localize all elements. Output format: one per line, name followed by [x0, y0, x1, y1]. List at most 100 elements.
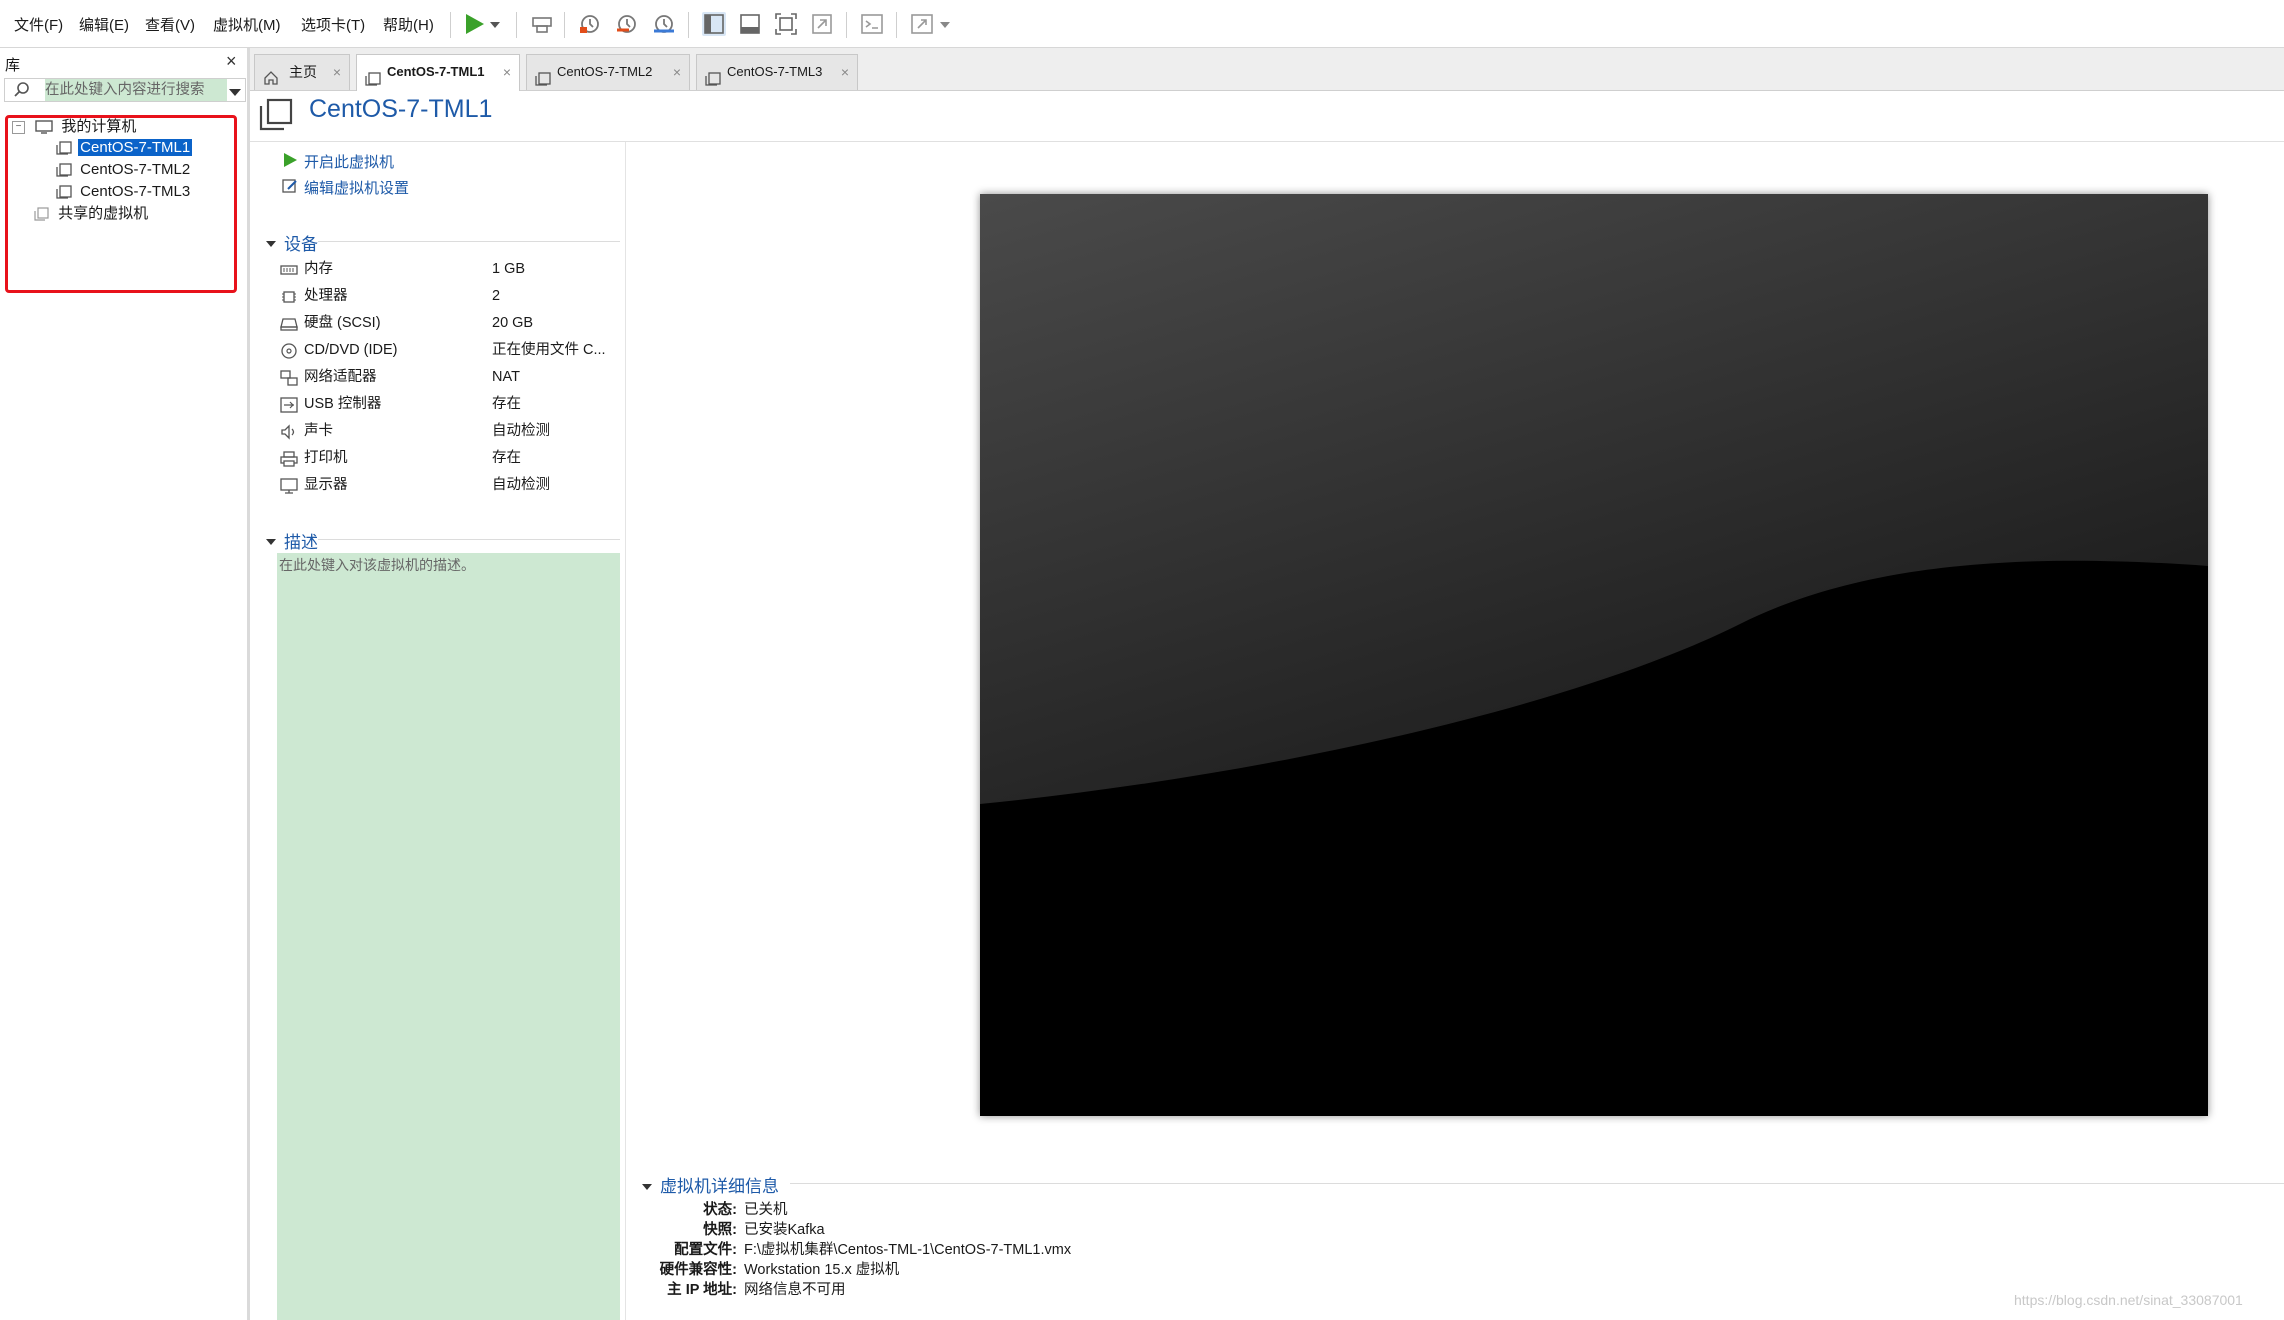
- menu-edit[interactable]: 编辑(E): [79, 14, 129, 35]
- description-placeholder: 在此处键入对该虚拟机的描述。: [279, 557, 475, 573]
- thumbnail-bar-icon[interactable]: [738, 12, 762, 36]
- device-name: 打印机: [304, 450, 348, 466]
- vm-icon: [365, 65, 381, 86]
- detail-label-status: 状态:: [703, 1202, 737, 1218]
- library-panel: 库 × 在此处键入内容进行搜索 − 我的计算机 CentOS-7-TML1 Ce…: [0, 48, 250, 1320]
- device-row-display[interactable]: 显示器 自动检测: [280, 472, 620, 498]
- device-value: 自动检测: [492, 423, 550, 439]
- library-title: 库: [5, 57, 21, 74]
- show-library-icon[interactable]: [702, 12, 726, 36]
- tree-vm-1[interactable]: CentOS-7-TML1: [56, 138, 193, 158]
- memory-icon: [280, 261, 298, 277]
- snapshot-manager-icon[interactable]: [652, 12, 676, 36]
- vm-icon: [535, 65, 551, 86]
- tab-centos-7-tml1[interactable]: CentOS-7-TML1 ×: [356, 54, 520, 91]
- device-name: USB 控制器: [304, 396, 382, 412]
- computer-icon: [35, 120, 53, 134]
- tab-label: CentOS-7-TML1: [387, 64, 485, 79]
- shared-vm-icon: [34, 207, 50, 221]
- send-ctrl-alt-del-icon[interactable]: [530, 12, 554, 36]
- menu-help[interactable]: 帮助(H): [383, 14, 434, 35]
- device-row-harddisk[interactable]: 硬盘 (SCSI) 20 GB: [280, 310, 620, 336]
- tab-centos-7-tml3[interactable]: CentOS-7-TML3 ×: [696, 54, 858, 90]
- detail-value-hw-compat: Workstation 15.x 虚拟机: [744, 1262, 900, 1278]
- detail-value-status: 已关机: [744, 1202, 788, 1218]
- power-dropdown-icon[interactable]: [488, 12, 502, 36]
- tab-home-label: 主页: [289, 64, 317, 80]
- tab-close-icon[interactable]: ×: [841, 55, 849, 89]
- harddisk-icon: [280, 315, 298, 331]
- device-value: 正在使用文件 C...: [492, 342, 606, 358]
- description-textarea[interactable]: 在此处键入对该虚拟机的描述。: [277, 553, 620, 1320]
- revert-snapshot-icon[interactable]: [615, 12, 639, 36]
- tab-centos-7-tml2[interactable]: CentOS-7-TML2 ×: [526, 54, 690, 90]
- full-screen-icon[interactable]: [774, 12, 798, 36]
- edit-vm-settings-link[interactable]: 编辑虚拟机设置: [304, 177, 409, 198]
- details-section-title: 虚拟机详细信息: [660, 1177, 779, 1196]
- snapshot-icon[interactable]: [578, 12, 602, 36]
- stretch-view-icon[interactable]: [910, 12, 934, 36]
- play-icon[interactable]: [282, 152, 298, 168]
- tab-close-icon[interactable]: ×: [333, 55, 341, 89]
- tree-vm-2[interactable]: CentOS-7-TML2: [56, 160, 190, 180]
- tree-shared-vms[interactable]: 共享的虚拟机: [34, 204, 148, 224]
- library-close-icon[interactable]: ×: [226, 51, 237, 72]
- device-row-memory[interactable]: 内存 1 GB: [280, 256, 620, 282]
- edit-settings-icon[interactable]: [282, 178, 298, 194]
- device-row-cpu[interactable]: 处理器 2: [280, 283, 620, 309]
- menu-vm[interactable]: 虚拟机(M): [213, 14, 281, 35]
- vm-icon: [705, 65, 721, 86]
- display-icon: [280, 477, 298, 494]
- power-on-vm-link[interactable]: 开启此虚拟机: [304, 151, 394, 172]
- device-row-printer[interactable]: 打印机 存在: [280, 445, 620, 471]
- device-value: 存在: [492, 450, 521, 466]
- detail-label-snapshot: 快照:: [703, 1222, 737, 1238]
- stretch-dropdown-icon[interactable]: [938, 12, 952, 36]
- device-value: 存在: [492, 396, 521, 412]
- device-row-usb[interactable]: USB 控制器 存在: [280, 391, 620, 417]
- collapse-description-icon[interactable]: [265, 534, 277, 545]
- device-row-sound[interactable]: 声卡 自动检测: [280, 418, 620, 444]
- tree-label-vm-1-selected: CentOS-7-TML1: [78, 139, 193, 156]
- device-value: 20 GB: [492, 315, 534, 331]
- sound-icon: [280, 423, 298, 440]
- collapse-toggle-icon[interactable]: −: [12, 120, 25, 134]
- detail-label-config-file: 配置文件:: [674, 1242, 737, 1258]
- device-name: 处理器: [304, 288, 348, 304]
- device-row-cdrom[interactable]: CD/DVD (IDE) 正在使用文件 C...: [280, 337, 620, 363]
- tab-label: CentOS-7-TML3: [727, 64, 823, 79]
- menu-view[interactable]: 查看(V): [145, 14, 195, 35]
- power-on-icon[interactable]: [462, 12, 486, 36]
- detail-label-hw-compat: 硬件兼容性:: [659, 1262, 737, 1278]
- collapse-details-icon[interactable]: [641, 1179, 653, 1190]
- vm-icon: [56, 163, 72, 177]
- details-divider: [790, 1183, 2284, 1184]
- search-dropdown-icon[interactable]: [229, 85, 241, 96]
- tab-close-icon[interactable]: ×: [673, 55, 681, 89]
- tree-label-shared: 共享的虚拟机: [58, 205, 149, 222]
- tree-vm-3[interactable]: CentOS-7-TML3: [56, 182, 190, 202]
- detail-value-config-file: F:\虚拟机集群\Centos-TML-1\CentOS-7-TML1.vmx: [744, 1242, 1072, 1258]
- watermark: https://blog.csdn.net/sinat_33087001: [2014, 1292, 2243, 1308]
- vm-title: CentOS-7-TML1: [309, 95, 493, 123]
- device-row-network[interactable]: 网络适配器 NAT: [280, 364, 620, 390]
- unity-icon[interactable]: [810, 12, 834, 36]
- tree-my-computer[interactable]: − 我的计算机: [12, 117, 136, 137]
- collapse-devices-icon[interactable]: [265, 236, 277, 247]
- tab-home[interactable]: 主页 ×: [254, 54, 350, 90]
- library-search[interactable]: 在此处键入内容进行搜索: [4, 78, 246, 102]
- network-icon: [280, 369, 298, 386]
- tab-close-icon[interactable]: ×: [503, 55, 511, 89]
- pane-divider: [625, 142, 626, 1320]
- device-value: NAT: [492, 369, 520, 385]
- search-input[interactable]: 在此处键入内容进行搜索: [45, 79, 227, 101]
- device-name: CD/DVD (IDE): [304, 342, 398, 358]
- device-name: 网络适配器: [304, 369, 377, 385]
- vm-screen-thumbnail[interactable]: [980, 194, 2208, 1116]
- title-divider: [250, 141, 2284, 142]
- menu-tabs[interactable]: 选项卡(T): [301, 14, 365, 35]
- search-icon: [13, 81, 31, 99]
- menu-file[interactable]: 文件(F): [14, 14, 63, 35]
- vm-icon: [56, 141, 72, 155]
- console-icon[interactable]: [860, 12, 884, 36]
